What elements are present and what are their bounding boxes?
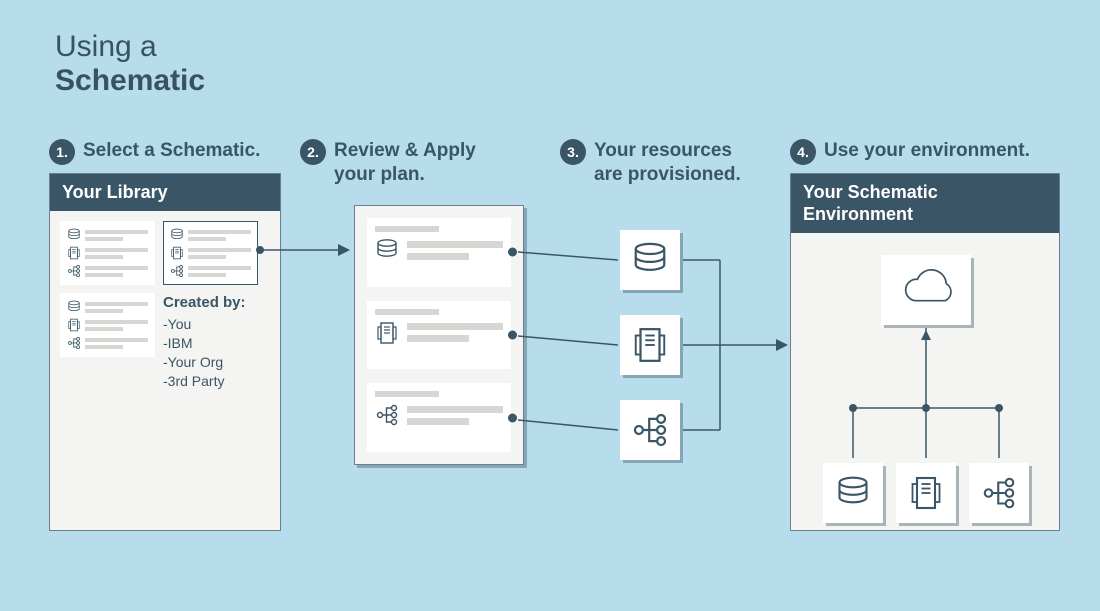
step-3-badge: 3. bbox=[560, 139, 586, 165]
step-1-label: 1. Select a Schematic. bbox=[49, 139, 260, 165]
title-line-1: Using a bbox=[55, 30, 205, 64]
connector-dot bbox=[508, 331, 517, 340]
created-by-block: Created by: -You -IBM -Your Org -3rd Par… bbox=[163, 293, 258, 391]
server-icon bbox=[67, 318, 81, 332]
server-icon bbox=[170, 246, 184, 260]
environment-header: Your Schematic Environment bbox=[791, 174, 1059, 233]
library-panel: Your Library Created by: -You bbox=[49, 173, 281, 531]
schematic-card bbox=[60, 293, 155, 357]
created-by-item: -You bbox=[163, 315, 258, 334]
step-4-text: Use your environment. bbox=[824, 139, 1030, 163]
network-icon bbox=[67, 336, 81, 350]
network-icon bbox=[170, 264, 184, 278]
title-line-2: Schematic bbox=[55, 64, 205, 98]
resource-tile-database bbox=[620, 230, 680, 290]
step-3-label: 3. Your resources are provisioned. bbox=[560, 139, 741, 187]
connector-dot bbox=[508, 248, 517, 257]
created-by-header: Created by: bbox=[163, 293, 258, 313]
created-by-item: -Your Org bbox=[163, 353, 258, 372]
server-icon bbox=[908, 475, 944, 511]
plan-panel bbox=[354, 205, 524, 465]
server-icon bbox=[631, 326, 669, 364]
env-tile-server bbox=[896, 463, 956, 523]
step-4-label: 4. Use your environment. bbox=[790, 139, 1030, 165]
resource-tile-server bbox=[620, 315, 680, 375]
database-icon bbox=[375, 238, 399, 262]
step-4-badge: 4. bbox=[790, 139, 816, 165]
network-icon bbox=[631, 411, 669, 449]
database-icon bbox=[170, 228, 184, 242]
library-header: Your Library bbox=[50, 174, 280, 211]
database-icon bbox=[67, 300, 81, 314]
env-tile-network bbox=[969, 463, 1029, 523]
library-body: Created by: -You -IBM -Your Org -3rd Par… bbox=[50, 211, 280, 401]
step-2-badge: 2. bbox=[300, 139, 326, 165]
server-icon bbox=[67, 246, 81, 260]
environment-panel: Your Schematic Environment bbox=[790, 173, 1060, 531]
database-icon bbox=[67, 228, 81, 242]
network-icon bbox=[375, 403, 399, 427]
step-2-text: Review & Apply your plan. bbox=[334, 139, 476, 187]
env-tile-database bbox=[823, 463, 883, 523]
environment-body bbox=[791, 233, 1059, 549]
plan-item-server bbox=[367, 301, 511, 370]
database-icon bbox=[631, 241, 669, 279]
network-icon bbox=[67, 264, 81, 278]
plan-item-database bbox=[367, 218, 511, 287]
step-2-label: 2. Review & Apply your plan. bbox=[300, 139, 476, 187]
step-3-text: Your resources are provisioned. bbox=[594, 139, 741, 187]
schematic-card bbox=[60, 221, 155, 285]
resource-tile-network bbox=[620, 400, 680, 460]
created-by-item: -IBM bbox=[163, 334, 258, 353]
diagram-title: Using a Schematic bbox=[55, 30, 205, 98]
step-1-badge: 1. bbox=[49, 139, 75, 165]
step-1-text: Select a Schematic. bbox=[83, 139, 260, 163]
plan-item-network bbox=[367, 383, 511, 452]
server-icon bbox=[375, 321, 399, 345]
schematic-card-selected bbox=[163, 221, 258, 285]
network-icon bbox=[981, 475, 1017, 511]
database-icon bbox=[835, 475, 871, 511]
connector-dot bbox=[508, 413, 517, 422]
created-by-item: -3rd Party bbox=[163, 372, 258, 391]
